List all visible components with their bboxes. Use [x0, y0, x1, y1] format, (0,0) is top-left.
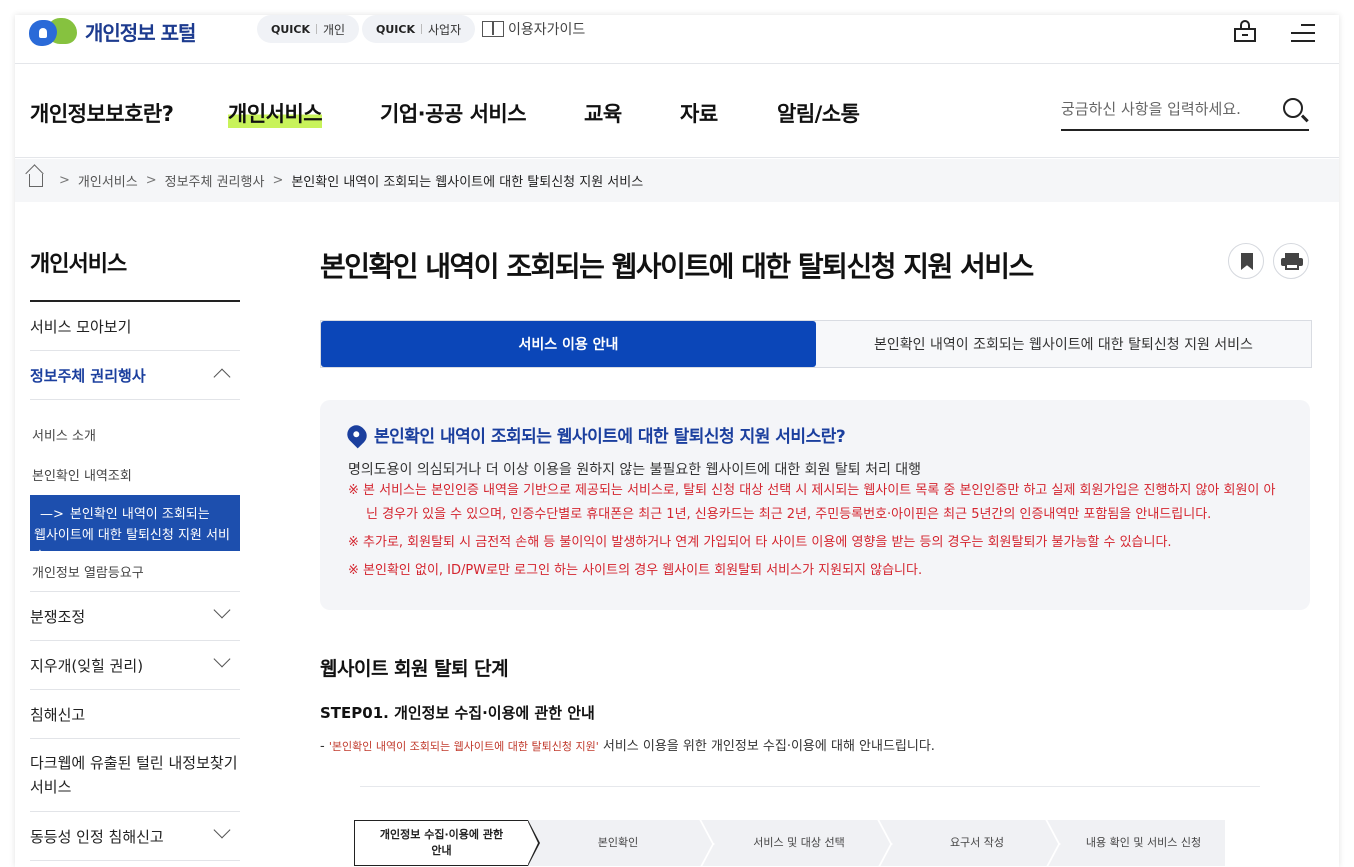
top-utility-bar: 개인정보 포털 QUICK 개인 QUICK 사업자 이용자가이드: [15, 15, 1339, 64]
main-navigation: 개인정보보호란? 개인서비스 기업·공공 서비스 교육 자료 알림/소통: [15, 64, 1339, 158]
quick-link-business[interactable]: QUICK 사업자: [362, 15, 476, 43]
breadcrumb-item[interactable]: 개인서비스: [78, 171, 138, 190]
user-guide-label: 이용자가이드: [508, 22, 586, 38]
step-item: 본인확인: [597, 836, 639, 849]
sidebar-item-label: 침해신고: [30, 705, 86, 724]
chevron-right-icon: >: [145, 173, 157, 188]
manual-icon: [482, 21, 504, 37]
info-heading: 본인확인 내역이 조회되는 웹사이트에 대한 탈퇴신청 지원 서비스란?: [343, 421, 1282, 448]
sidebar-item-label: 개인정보 열람등요구: [32, 565, 144, 581]
step-heading: STEP01. 개인정보 수집·이용에 관한 안내: [320, 704, 595, 722]
sidebar-item-equality[interactable]: 동등성 인정 침해신고: [30, 812, 240, 861]
info-note: ※ 본 서비스는 본인인증 내역을 기반으로 제공되는 서비스로, 탈퇴 신청 …: [348, 483, 1276, 522]
divider: [360, 786, 1260, 787]
sidebar-item-label: 다크웹에 유출된 털린 내정보찾기 서비스: [30, 754, 238, 796]
sidebar-item-rights[interactable]: 정보주체 권리행사: [30, 351, 240, 400]
chevron-right-icon: >: [59, 173, 70, 188]
quick-label: 사업자: [427, 22, 462, 37]
sidebar-item-label: 정보주체 권리행사: [30, 366, 146, 385]
sidebar-item-label: 서비스 모아보기: [30, 317, 132, 336]
step-item: 요구서 작성: [949, 836, 1005, 849]
page-title: 본인확인 내역이 조회되는 웹사이트에 대한 탈퇴신청 지원 서비스: [320, 250, 1034, 283]
sidebar-subitem-label: 본인확인 내역이 조회되는: [69, 507, 210, 522]
tab-bar: 서비스 이용 안내 본인확인 내역이 조회되는 웹사이트에 대한 탈퇴신청 지원…: [320, 320, 1312, 368]
quick-link-personal[interactable]: QUICK 개인: [257, 15, 360, 43]
sidebar-item-label: 동등성 인정 침해신고: [30, 827, 164, 846]
sidebar-item-label: 분쟁조정: [30, 607, 86, 626]
lock-icon[interactable]: [1234, 20, 1256, 42]
breadcrumb: > 개인서비스 > 정보주체 권리행사 > 본인확인 내역이 조회되는 웹사이트…: [15, 159, 1339, 202]
step-item-active: 개인정보 수집·이용에 관한 안내: [354, 820, 540, 866]
info-box: 본인확인 내역이 조회되는 웹사이트에 대한 탈퇴신청 지원 서비스란? 명의도…: [320, 400, 1310, 610]
chevron-up-icon: [213, 368, 231, 386]
page-frame: 개인정보 포털 QUICK 개인 QUICK 사업자 이용자가이드 개인정보보호…: [15, 15, 1339, 867]
gnb-item-enterprise-service[interactable]: 기업·공공 서비스: [380, 98, 527, 128]
search-icon[interactable]: [1283, 98, 1303, 118]
sidebar-title: 개인서비스: [30, 252, 127, 277]
gnb-item-notice[interactable]: 알림/소통: [777, 98, 860, 128]
breadcrumb-item[interactable]: 정보주체 권리행사: [165, 171, 265, 190]
menu-icon[interactable]: [1291, 24, 1315, 42]
bookmark-icon: [1241, 253, 1253, 270]
step-item: 내용 확인 및 서비스 신청: [1085, 836, 1202, 849]
gnb-item-personal-service[interactable]: 개인서비스: [228, 98, 323, 128]
quick-prefix: QUICK: [271, 22, 310, 36]
sidebar-subitem-withdrawal[interactable]: —> 본인확인 내역이 조회되는 웹사이트에 대한 탈퇴신청 지원 서비스: [30, 495, 240, 564]
sidebar-item-eraser[interactable]: 지우개(잊힐 권리): [30, 641, 240, 690]
home-icon[interactable]: [29, 174, 43, 187]
quick-prefix: QUICK: [376, 22, 415, 36]
sidebar-subitem-history[interactable]: 본인확인 내역조회: [32, 465, 132, 484]
step-item: 서비스 및 대상 선택: [753, 836, 845, 849]
quick-label: 개인: [322, 22, 346, 37]
sidebar-subitem-request[interactable]: 개인정보 열람등요구: [30, 551, 240, 592]
bookmark-button[interactable]: [1228, 243, 1264, 279]
info-note: ※ 추가로, 회원탈퇴 시 금전적 손해 등 불이익이 발생하거나 연계 가입되…: [348, 535, 1172, 550]
active-arrow: —>: [40, 507, 64, 522]
site-logo[interactable]: 개인정보 포털: [29, 16, 196, 46]
sidebar-item-dispute[interactable]: 분쟁조정: [30, 592, 240, 641]
search-input[interactable]: [1061, 94, 1261, 124]
sidebar-item-label: 지우개(잊힐 권리): [30, 656, 144, 675]
info-description: 명의도용이 의심되거나 더 이상 이용을 원하지 않는 불필요한 웹사이트에 대…: [348, 462, 922, 478]
step-separator: [1046, 820, 1060, 866]
step-separator: [878, 820, 892, 866]
info-note: ※ 본인확인 없이, ID/PW로만 로그인 하는 사이트의 경우 웹사이트 회…: [348, 563, 923, 578]
step-progress: 개인정보 수집·이용에 관한 안내 본인확인 서비스 및 대상 선택 요구서 작…: [354, 820, 1225, 866]
section-heading: 웹사이트 회원 탈퇴 단계: [320, 658, 509, 680]
user-guide-link[interactable]: 이용자가이드: [482, 19, 585, 39]
chevron-down-icon: [213, 650, 231, 668]
info-heading-text: 본인확인 내역이 조회되는 웹사이트에 대한 탈퇴신청 지원 서비스란?: [374, 427, 846, 447]
chevron-down-icon: [213, 821, 231, 839]
tab-service-guide[interactable]: 서비스 이용 안내: [321, 321, 816, 367]
sidebar-subitem-intro[interactable]: 서비스 소개: [32, 425, 96, 444]
pin-icon: [343, 421, 371, 448]
print-button[interactable]: [1273, 243, 1309, 279]
sidebar-item-collection[interactable]: 서비스 모아보기: [30, 302, 240, 351]
breadcrumb-current: 본인확인 내역이 조회되는 웹사이트에 대한 탈퇴신청 지원 서비스: [291, 175, 644, 190]
sidebar-item-darkweb[interactable]: 다크웹에 유출된 털린 내정보찾기 서비스: [30, 739, 240, 812]
sidebar-item-report[interactable]: 침해신고: [30, 690, 240, 739]
step-separator: [700, 820, 714, 866]
print-icon: [1281, 253, 1303, 270]
search-box: [1061, 94, 1309, 131]
gnb-item-privacy[interactable]: 개인정보보호란?: [30, 98, 174, 128]
gnb-item-resources[interactable]: 자료: [680, 98, 718, 128]
gnb-item-education[interactable]: 교육: [584, 98, 622, 128]
logo-icon: [29, 16, 79, 46]
step-description: - '본인확인 내역이 조회되는 웹사이트에 대한 탈퇴신청 지원' 서비스 이…: [320, 739, 935, 754]
tab-withdrawal-service[interactable]: 본인확인 내역이 조회되는 웹사이트에 대한 탈퇴신청 지원 서비스: [816, 321, 1311, 367]
chevron-down-icon: [213, 601, 231, 619]
chevron-right-icon: >: [272, 173, 284, 188]
logo-text: 개인정보 포털: [85, 20, 196, 45]
